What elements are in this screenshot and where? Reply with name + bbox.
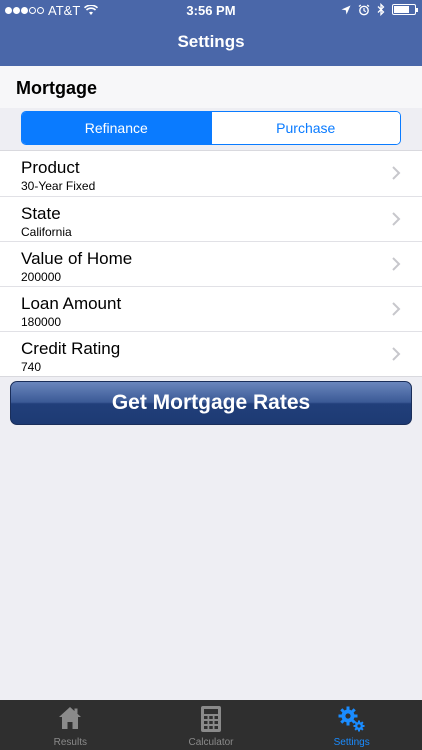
chevron-right-icon xyxy=(392,257,401,271)
chevron-right-icon xyxy=(392,212,401,226)
chevron-right-icon xyxy=(392,166,401,180)
row-label: Value of Home xyxy=(21,249,133,268)
nav-header: AT&T 3:56 PM Settings xyxy=(0,0,422,66)
tab-settings[interactable]: Settings xyxy=(281,700,422,750)
settings-row-product[interactable]: Product 30-Year Fixed xyxy=(0,151,422,196)
loan-type-segmented-control: Refinance Purchase xyxy=(21,111,401,145)
chevron-right-icon xyxy=(392,302,401,316)
section-header: Mortgage xyxy=(0,66,422,108)
get-mortgage-rates-button[interactable]: Get Mortgage Rates xyxy=(10,381,412,425)
status-right xyxy=(341,3,418,16)
segment-purchase[interactable]: Purchase xyxy=(210,112,400,144)
tab-label: Settings xyxy=(333,737,370,748)
settings-row-value-of-home[interactable]: Value of Home 200000 xyxy=(0,241,422,286)
row-value: California xyxy=(21,225,72,239)
page-title: Settings xyxy=(177,32,245,51)
row-value: 180000 xyxy=(21,315,62,329)
row-value: 30-Year Fixed xyxy=(21,179,96,193)
settings-row-credit-rating[interactable]: Credit Rating 740 xyxy=(0,331,422,376)
row-value: 200000 xyxy=(21,270,62,284)
tab-label: Results xyxy=(53,737,87,748)
tab-results[interactable]: Results xyxy=(0,700,141,750)
gear-icon xyxy=(338,706,365,732)
tab-label: Calculator xyxy=(188,737,234,748)
row-label: Product xyxy=(21,158,80,177)
row-label: Credit Rating xyxy=(21,339,121,358)
chevron-right-icon xyxy=(392,347,401,361)
location-icon xyxy=(341,5,351,14)
settings-list: Product 30-Year Fixed State California V… xyxy=(0,150,422,377)
settings-row-loan-amount[interactable]: Loan Amount 180000 xyxy=(0,286,422,331)
section-title: Mortgage xyxy=(16,78,97,98)
battery-icon xyxy=(392,4,418,15)
settings-row-state[interactable]: State California xyxy=(0,196,422,241)
home-icon xyxy=(59,707,82,729)
bluetooth-icon xyxy=(377,3,385,16)
row-label: Loan Amount xyxy=(21,294,122,313)
segment-refinance[interactable]: Refinance xyxy=(22,112,211,144)
tab-calculator[interactable]: Calculator xyxy=(141,700,282,750)
status-bar: AT&T 3:56 PM xyxy=(0,0,422,22)
calculator-icon xyxy=(201,706,221,732)
row-label: State xyxy=(21,204,61,223)
row-value: 740 xyxy=(21,360,42,374)
tab-bar: Results Calculator Settings xyxy=(0,700,422,750)
alarm-icon xyxy=(358,4,370,15)
